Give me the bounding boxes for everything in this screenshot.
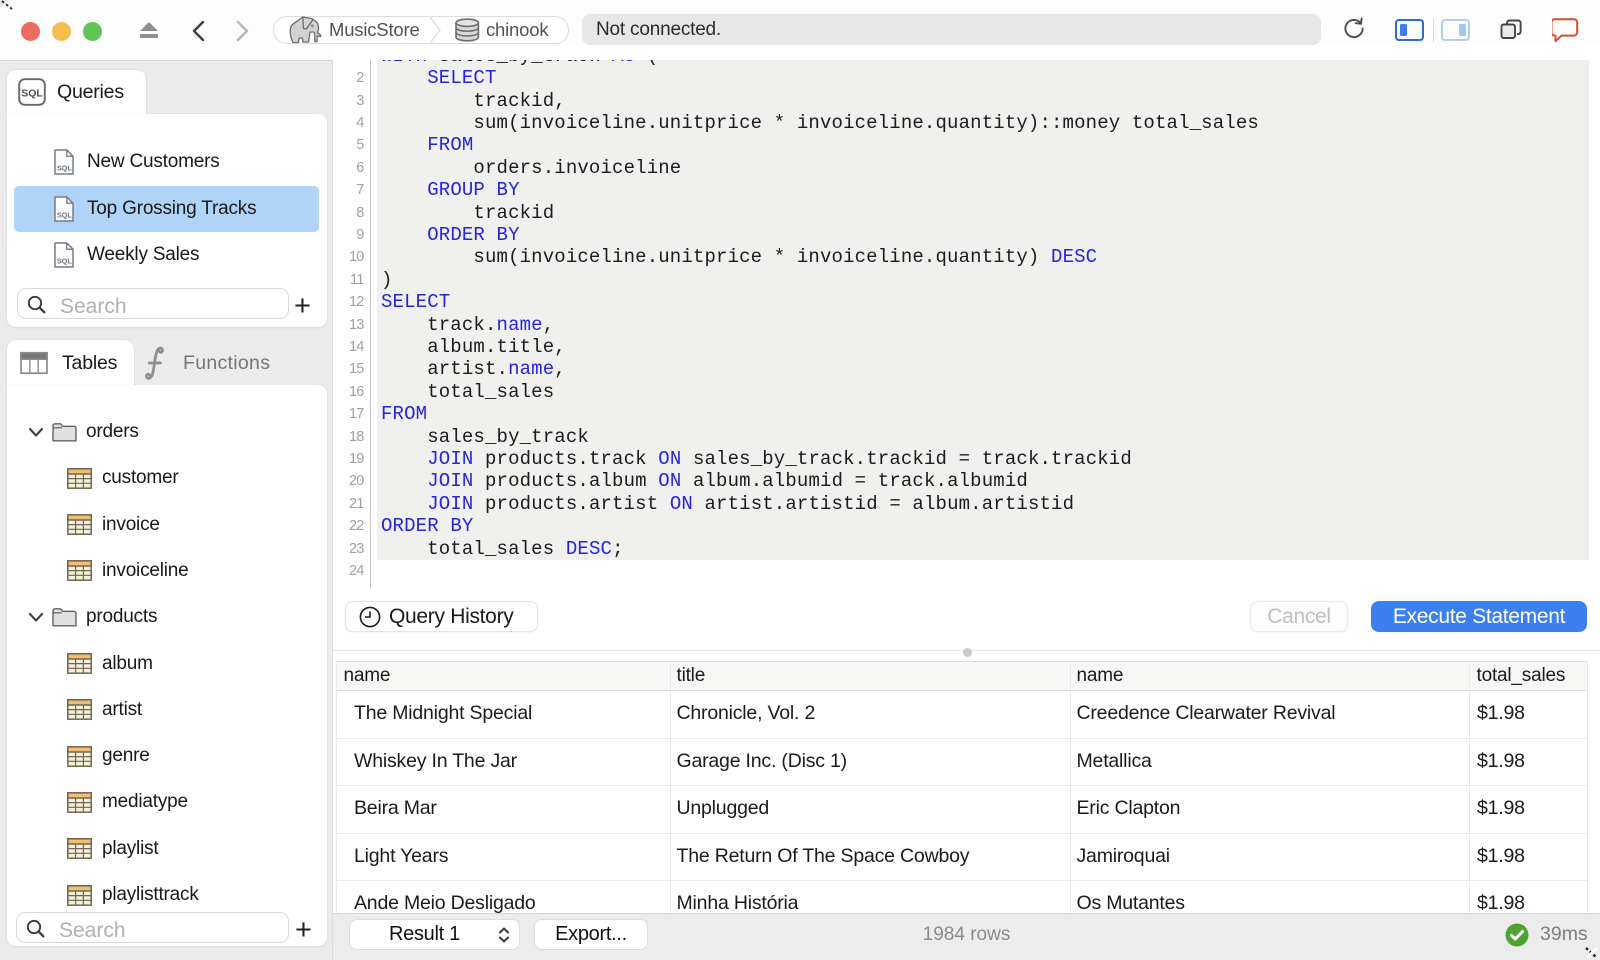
svg-text:SQL: SQL xyxy=(57,257,72,266)
svg-text:SQL: SQL xyxy=(57,210,72,219)
svg-text:SQL: SQL xyxy=(57,164,72,173)
svg-text:SQL: SQL xyxy=(21,88,43,100)
